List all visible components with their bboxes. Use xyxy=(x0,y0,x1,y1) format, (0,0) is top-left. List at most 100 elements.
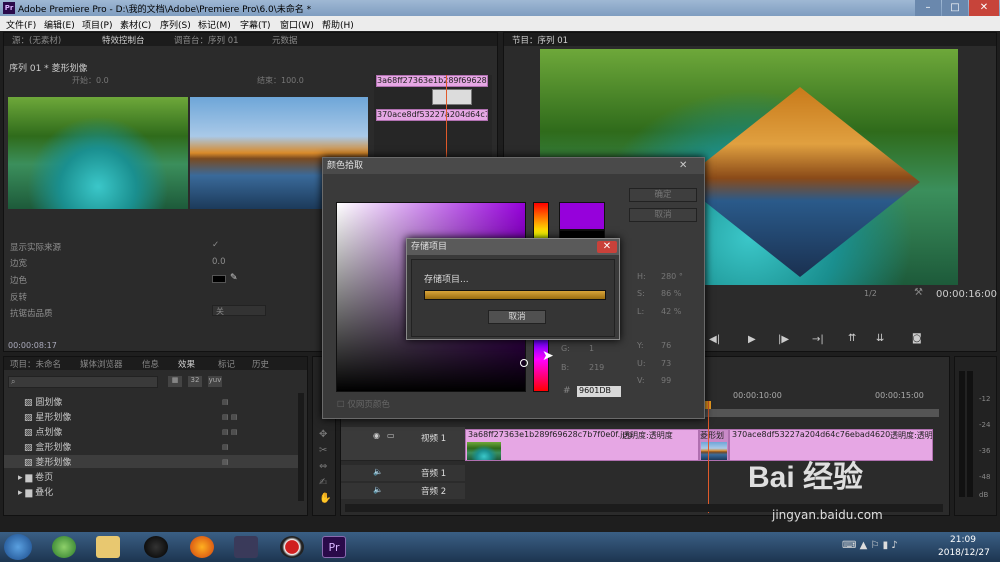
menu-window[interactable]: 窗口(W) xyxy=(280,18,314,31)
taskbar-app-1-icon[interactable] xyxy=(52,536,76,558)
taskbar-camtasia-icon[interactable] xyxy=(234,536,258,558)
speaker-icon[interactable]: 🔈 xyxy=(373,485,383,494)
effects-tabs: 项目：未命名 媒体浏览器 信息 效果 标记 历史 xyxy=(4,357,307,370)
timeline-playhead[interactable] xyxy=(708,401,709,513)
color-field-cursor[interactable] xyxy=(520,359,528,367)
save-project-dialog: 存储项目 ✕ 存储项目... 取消 xyxy=(406,238,620,340)
tab-project[interactable]: 项目：未命名 xyxy=(10,358,61,370)
audio2-track-header[interactable]: 🔈 音频 2 xyxy=(341,483,465,499)
taskbar-qq-icon[interactable] xyxy=(144,536,168,558)
clock-time[interactable]: 21:09 xyxy=(950,535,976,545)
folder-icon: ▸ ▆ xyxy=(18,473,36,483)
checkbox-icon[interactable]: ☐ xyxy=(337,400,347,410)
close-button[interactable]: ✕ xyxy=(969,0,999,16)
accelerated-effects-icon[interactable]: ▦ xyxy=(168,376,182,387)
mini-clip-b[interactable]: 370ace8df53227a204d64c76ebad4620.jpg xyxy=(376,109,488,121)
tab-effects[interactable]: 效果 xyxy=(178,358,195,370)
tray-icons[interactable]: ⌨ ▲ ⚐ ▮ ♪ xyxy=(842,540,898,551)
effects-panel: 项目：未命名 媒体浏览器 信息 效果 标记 历史 ⌕ ▦ 32 yuv ▨ 圆划… xyxy=(3,356,308,516)
list-item[interactable]: ▨ 盒形划像 xyxy=(24,440,71,453)
eyedropper-icon[interactable]: ✎ xyxy=(230,273,238,283)
blue-value[interactable]: 219 xyxy=(589,363,604,372)
timeline-transition[interactable]: 菱形划 xyxy=(699,429,729,461)
tab-audio-mixer[interactable]: 调音台：序列 01 xyxy=(174,34,239,46)
tab-history[interactable]: 历史 xyxy=(252,358,269,370)
taskbar-recorder-icon[interactable] xyxy=(280,536,304,558)
folder-item[interactable]: ▸ ▆ 叠化 xyxy=(18,485,53,498)
effects-scrollbar[interactable] xyxy=(298,393,304,501)
web-colors-checkbox[interactable]: ☐ 仅网页颜色 xyxy=(337,398,390,410)
menu-help[interactable]: 帮助(H) xyxy=(322,18,354,31)
mini-playhead[interactable] xyxy=(446,75,447,165)
taskbar-explorer-icon[interactable] xyxy=(96,536,120,558)
step-back-icon[interactable]: ◀| xyxy=(709,334,720,345)
export-frame-icon[interactable]: ◙ xyxy=(912,333,922,344)
effect-badges: ▤ ▤ ▤ ▤ ▤ ▤ ▤ xyxy=(222,398,238,466)
wrench-icon[interactable]: ⚒ xyxy=(914,287,923,298)
video-track-header[interactable]: ◉ ▭ 视频 1 xyxy=(341,427,465,461)
tool-icons[interactable]: ✥ ✂ ⇔ ✍ ✋ xyxy=(319,427,331,507)
extract-icon[interactable]: ⇊ xyxy=(876,333,884,344)
save-cancel-button[interactable]: 取消 xyxy=(488,310,546,324)
antialias-select[interactable]: 关 xyxy=(212,305,266,316)
prop-reverse: 反转 xyxy=(10,293,28,303)
taskbar: Pr ⌨ ▲ ⚐ ▮ ♪ 21:09 2018/12/27 xyxy=(0,532,1000,562)
goto-out-icon[interactable]: →| xyxy=(812,334,824,345)
menu-edit[interactable]: 编辑(E) xyxy=(44,18,75,31)
tab-source[interactable]: 源：(无素材) xyxy=(12,34,61,46)
hsl-yuv-values[interactable]: 280 ° 86 % 42 % 76 73 99 xyxy=(661,268,683,389)
menu-file[interactable]: 文件(F) xyxy=(6,18,36,31)
step-forward-icon[interactable]: |▶ xyxy=(778,334,789,345)
menu-sequence[interactable]: 序列(S) xyxy=(160,18,191,31)
list-item[interactable]: ▨ 点划像 xyxy=(24,425,62,438)
tab-media-browser[interactable]: 媒体浏览器 xyxy=(80,358,123,370)
green-value[interactable]: 1 xyxy=(589,344,594,353)
program-scale[interactable]: 1/2 xyxy=(864,289,877,298)
effects-search-input[interactable]: ⌕ xyxy=(8,376,158,388)
filmstrip-icon[interactable]: ▭ xyxy=(387,431,395,440)
timeline-clip-1[interactable]: 3a68ff27363e1b289f69628c7b7f0e0f.jpg 透明度… xyxy=(465,429,699,461)
tab-markers[interactable]: 标记 xyxy=(218,358,235,370)
baidu-watermark-url: jingyan.baidu.com xyxy=(772,508,883,522)
audio1-track-header[interactable]: 🔈 音频 1 xyxy=(341,465,465,481)
menu-title[interactable]: 字幕(T) xyxy=(240,18,271,31)
tab-effect-controls[interactable]: 特效控制台 xyxy=(102,34,145,46)
transition-start-preview[interactable] xyxy=(8,97,188,209)
menu-project[interactable]: 项目(P) xyxy=(82,18,112,31)
mini-transition-block[interactable] xyxy=(432,89,472,105)
maximize-button[interactable]: □ xyxy=(942,0,968,16)
mouse-cursor-icon: ➤ xyxy=(542,348,554,364)
tab-program[interactable]: 节目：序列 01 xyxy=(512,34,568,46)
save-dialog-close-button[interactable]: ✕ xyxy=(597,241,617,253)
list-item[interactable]: ▨ 星形划像 xyxy=(24,410,71,423)
clock-date[interactable]: 2018/12/27 xyxy=(938,548,990,558)
tab-info[interactable]: 信息 xyxy=(142,358,159,370)
tab-metadata[interactable]: 元数据 xyxy=(272,34,298,46)
start-button[interactable] xyxy=(4,534,32,560)
eye-icon[interactable]: ◉ xyxy=(373,431,380,440)
hex-input[interactable]: 9601DB xyxy=(577,386,621,397)
lift-icon[interactable]: ⇈ xyxy=(848,333,856,344)
effect-timecode[interactable]: 00:00:08:17 xyxy=(8,341,57,350)
color-picker-close-icon[interactable]: ✕ xyxy=(679,160,687,171)
menu-marker[interactable]: 标记(M) xyxy=(198,18,231,31)
play-icon[interactable]: ▶ xyxy=(748,334,756,345)
border-width-value[interactable]: 0.0 xyxy=(212,257,226,267)
ruler-label-10s: 00:00:10:00 xyxy=(733,391,782,400)
ok-button[interactable]: 确定 xyxy=(629,188,697,202)
menu-clip[interactable]: 素材(C) xyxy=(120,18,151,31)
cancel-button[interactable]: 取消 xyxy=(629,208,697,222)
speaker-icon[interactable]: 🔈 xyxy=(373,467,383,476)
list-item-selected[interactable]: ▨ 菱形划像 xyxy=(4,455,300,468)
list-item[interactable]: ▨ 圆划像 xyxy=(24,395,62,408)
border-color-swatch[interactable] xyxy=(212,275,226,283)
folder-icon: ▸ ▆ xyxy=(18,488,36,498)
32bit-effects-icon[interactable]: 32 xyxy=(188,376,202,387)
show-actual-sources-check[interactable]: ✓ xyxy=(212,240,219,250)
yuv-effects-icon[interactable]: yuv xyxy=(208,376,222,387)
taskbar-firefox-icon[interactable] xyxy=(190,536,214,558)
mini-clip-a[interactable]: 3a68ff27363e1b289f69628c7b7f0e0f.jpg xyxy=(376,75,488,87)
minimize-button[interactable]: – xyxy=(915,0,941,16)
folder-item[interactable]: ▸ ▆ 卷页 xyxy=(18,470,53,483)
taskbar-premiere-icon[interactable]: Pr xyxy=(322,536,346,558)
